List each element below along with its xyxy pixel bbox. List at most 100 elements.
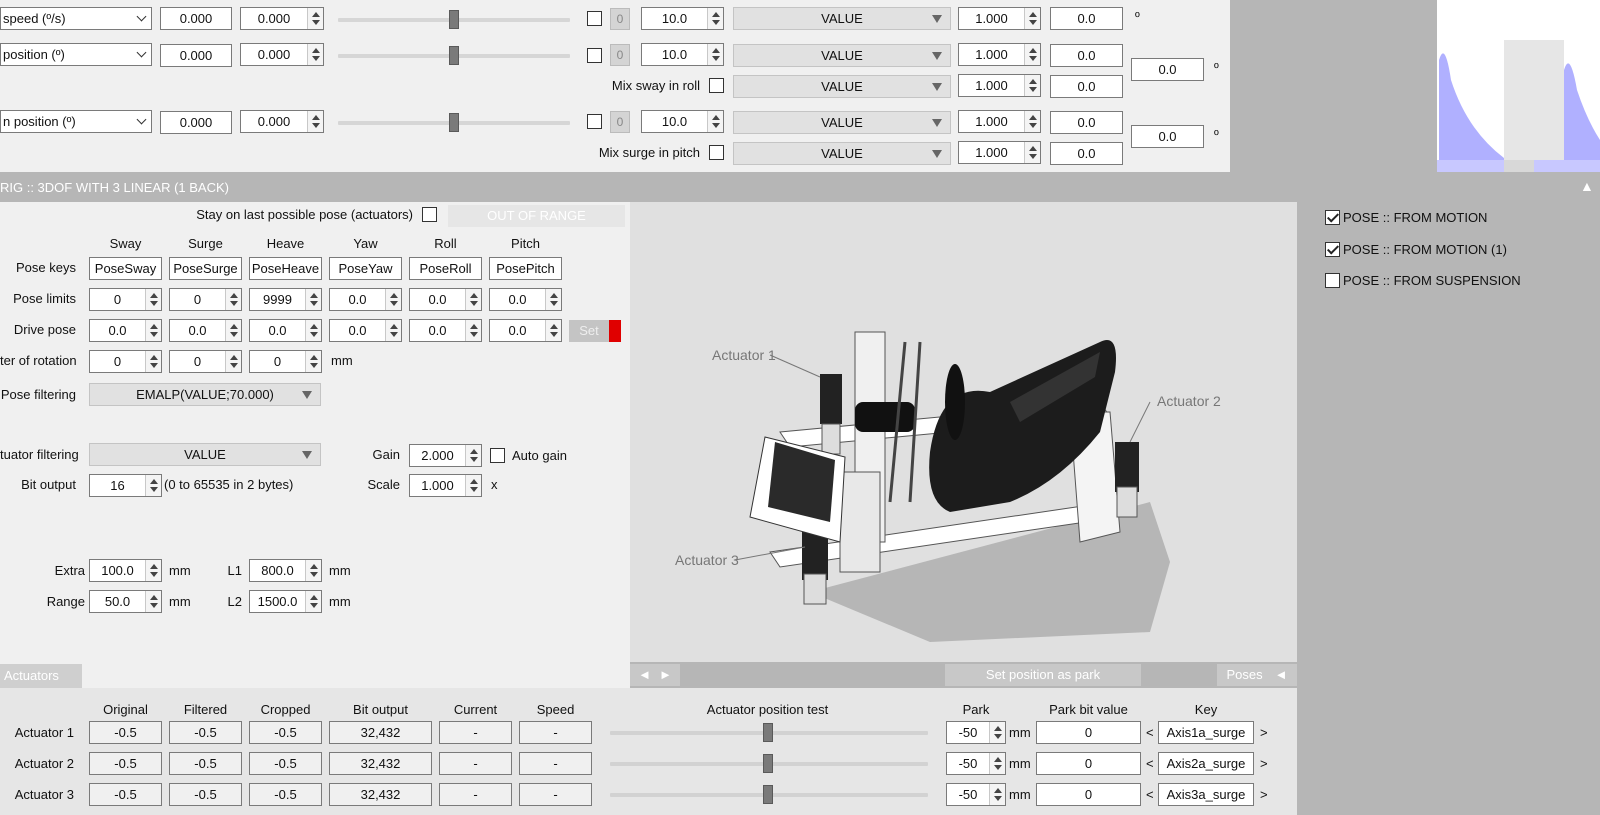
pose-limit-surge[interactable]: 0: [169, 288, 242, 311]
spinner-icon[interactable]: [145, 320, 161, 341]
actuator-key[interactable]: Axis2a_surge: [1158, 752, 1254, 775]
drive-pose-roll[interactable]: 0.0: [409, 319, 482, 342]
spinner-icon[interactable]: [307, 44, 323, 65]
pose-limit-sway[interactable]: 0: [89, 288, 162, 311]
axis-filter-1[interactable]: VALUE: [733, 7, 951, 30]
axis-value-b-2[interactable]: 0.000: [240, 43, 324, 66]
key-prev-arrow[interactable]: <: [1146, 756, 1154, 772]
spinner-icon[interactable]: [225, 320, 241, 341]
spinner-icon[interactable]: [145, 475, 161, 496]
axis-mult-2[interactable]: 1.000: [958, 43, 1041, 66]
axis-select-1[interactable]: speed (º/s): [0, 7, 152, 30]
spinner-icon[interactable]: [465, 320, 481, 341]
nav-left-icon[interactable]: ◄: [638, 667, 651, 682]
pose-limit-yaw[interactable]: 0.0: [329, 288, 402, 311]
spinner-icon[interactable]: [1024, 44, 1040, 65]
actuator-test-slider-thumb[interactable]: [763, 723, 773, 742]
axis-mult-1[interactable]: 1.000: [958, 7, 1041, 30]
rig-3d-view[interactable]: Actuator 1 Actuator 2 Actuator 3: [630, 202, 1297, 662]
axis-filter-2[interactable]: VALUE: [733, 44, 951, 67]
pose-limit-heave[interactable]: 9999: [249, 288, 322, 311]
key-next-arrow[interactable]: >: [1260, 756, 1268, 772]
actuators-tab[interactable]: Actuators: [0, 664, 82, 688]
drive-pose-surge[interactable]: 0.0: [169, 319, 242, 342]
key-next-arrow[interactable]: >: [1260, 787, 1268, 803]
axis-value-a-2[interactable]: 0.000: [160, 44, 232, 67]
axis-mult-3[interactable]: 1.000: [958, 110, 1041, 133]
axis-gain-3[interactable]: 10.0: [641, 110, 724, 133]
spinner-icon[interactable]: [545, 289, 561, 310]
scale-input[interactable]: 1.000: [409, 474, 482, 497]
actuator-park-input[interactable]: -50: [946, 752, 1006, 775]
pose-key-pitch[interactable]: PosePitch: [489, 257, 562, 280]
set-position-as-park-button[interactable]: Set position as park: [945, 664, 1141, 686]
spinner-icon[interactable]: [145, 351, 161, 372]
mix-sway-checkbox[interactable]: [709, 78, 724, 93]
spinner-icon[interactable]: [145, 560, 161, 581]
center-surge[interactable]: 0: [169, 350, 242, 373]
spinner-icon[interactable]: [305, 289, 321, 310]
spinner-icon[interactable]: [1024, 75, 1040, 96]
spinner-icon[interactable]: [307, 8, 323, 29]
axis-gain-2[interactable]: 10.0: [641, 43, 724, 66]
spinner-icon[interactable]: [305, 320, 321, 341]
pose-filtering-select[interactable]: EMALP(VALUE;70.000): [89, 383, 321, 406]
axis-slider-thumb-1[interactable]: [449, 10, 459, 29]
axis-value-b-1[interactable]: 0.000: [240, 7, 324, 30]
spinner-icon[interactable]: [225, 289, 241, 310]
l2-input[interactable]: 1500.0: [249, 590, 322, 613]
spinner-icon[interactable]: [305, 560, 321, 581]
spinner-icon[interactable]: [989, 753, 1005, 774]
spinner-icon[interactable]: [465, 475, 481, 496]
pose-key-roll[interactable]: PoseRoll: [409, 257, 482, 280]
axis-slider-thumb-3[interactable]: [449, 113, 459, 132]
actuator-test-slider-thumb[interactable]: [763, 754, 773, 773]
axis-enable-checkbox-1[interactable]: [587, 11, 602, 26]
spinner-icon[interactable]: [305, 351, 321, 372]
pose-key-heave[interactable]: PoseHeave: [249, 257, 322, 280]
key-prev-arrow[interactable]: <: [1146, 787, 1154, 803]
spinner-icon[interactable]: [385, 289, 401, 310]
mix-surge-checkbox[interactable]: [709, 145, 724, 160]
auto-gain-checkbox[interactable]: [490, 448, 505, 463]
spinner-icon[interactable]: [545, 320, 561, 341]
set-drive-pose-button[interactable]: Set: [569, 320, 609, 342]
actuator-test-slider-thumb[interactable]: [763, 785, 773, 804]
spinner-icon[interactable]: [989, 722, 1005, 743]
axis-enable-checkbox-3[interactable]: [587, 114, 602, 129]
axis-enable-checkbox-2[interactable]: [587, 48, 602, 63]
drive-pose-pitch[interactable]: 0.0: [489, 319, 562, 342]
nav-right-icon[interactable]: ►: [659, 667, 672, 682]
axis-value-b-3[interactable]: 0.000: [240, 110, 324, 133]
bit-output-input[interactable]: 16: [89, 474, 162, 497]
key-prev-arrow[interactable]: <: [1146, 725, 1154, 741]
extra-input[interactable]: 100.0: [89, 559, 162, 582]
l1-input[interactable]: 800.0: [249, 559, 322, 582]
collapse-up-icon[interactable]: ▲: [1580, 178, 1594, 194]
center-sway[interactable]: 0: [89, 350, 162, 373]
pose-key-sway[interactable]: PoseSway: [89, 257, 162, 280]
pose-key-yaw[interactable]: PoseYaw: [329, 257, 402, 280]
drive-pose-heave[interactable]: 0.0: [249, 319, 322, 342]
mix-sway-mult[interactable]: 1.000: [958, 74, 1041, 97]
axis-value-a-3[interactable]: 0.000: [160, 111, 232, 134]
axis-gain-1[interactable]: 10.0: [641, 7, 724, 30]
axis-filter-3[interactable]: VALUE: [733, 111, 951, 134]
drive-pose-sway[interactable]: 0.0: [89, 319, 162, 342]
pose-limit-pitch[interactable]: 0.0: [489, 288, 562, 311]
pose-from-suspension-checkbox[interactable]: [1325, 273, 1340, 288]
mix-sway-filter[interactable]: VALUE: [733, 75, 951, 98]
spinner-icon[interactable]: [385, 320, 401, 341]
actuator-filtering-select[interactable]: VALUE: [89, 443, 321, 466]
pose-limit-roll[interactable]: 0.0: [409, 288, 482, 311]
spinner-icon[interactable]: [145, 289, 161, 310]
axis-select-3[interactable]: n position (º): [0, 110, 152, 133]
spinner-icon[interactable]: [465, 289, 481, 310]
spinner-icon[interactable]: [1024, 8, 1040, 29]
spinner-icon[interactable]: [305, 591, 321, 612]
axis-value-a-1[interactable]: 0.000: [160, 7, 232, 30]
spinner-icon[interactable]: [707, 8, 723, 29]
actuator-park-input[interactable]: -50: [946, 721, 1006, 744]
actuator-park-input[interactable]: -50: [946, 783, 1006, 806]
mix-surge-mult[interactable]: 1.000: [958, 141, 1041, 164]
